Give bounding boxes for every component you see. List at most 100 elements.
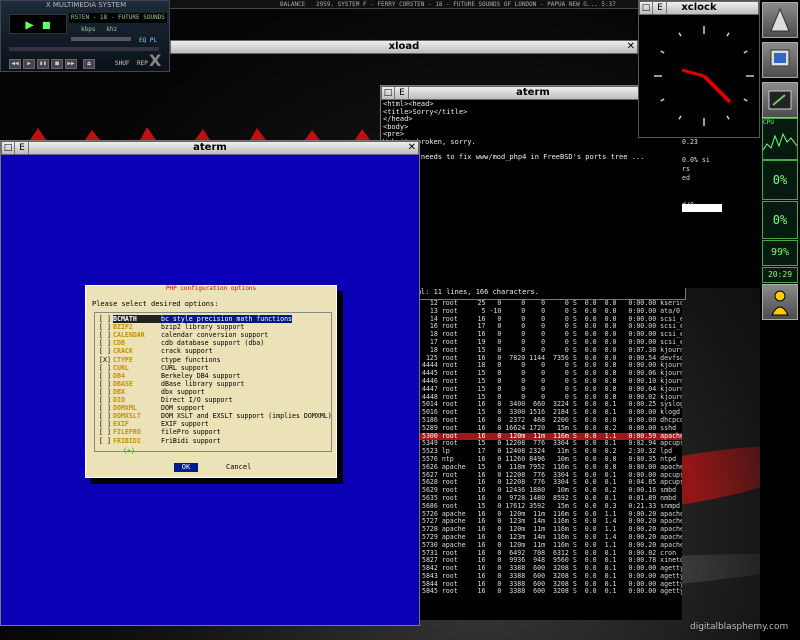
option-checkbox[interactable]: [ ] (99, 331, 113, 339)
clock-tick (743, 98, 748, 102)
option-checkbox[interactable]: [ ] (99, 388, 113, 396)
option-row-dbx[interactable]: [ ] DBX dbx support (99, 388, 205, 396)
info-line: rs (682, 165, 690, 173)
option-row-fribidi[interactable]: [ ] FRIBIDI FriBidi support (99, 437, 221, 445)
xmms-player[interactable]: X MULTIMEDIA SYSTEM ▶ ◼ RSTEN - 18 - FUT… (0, 0, 170, 72)
xclock-title: xclock (681, 2, 717, 13)
option-description: ctype functions (161, 355, 221, 364)
pause-button[interactable]: ▮▮ (37, 59, 49, 69)
process-list[interactable]: 12 root 25 0 0 0 0 S 0.0 0.0 0:00.00 kse… (418, 300, 682, 620)
option-checkbox[interactable]: [X] (99, 356, 113, 364)
battery-monitor[interactable]: 99% (762, 240, 798, 266)
eject-button[interactable]: ⏏ (83, 59, 95, 69)
xload-titlebar[interactable]: xload ✕ (170, 40, 638, 54)
option-row-bzip2[interactable]: [ ] BZIP2 bzip2 library support (99, 323, 244, 331)
option-row-ctype[interactable]: [X] CTYPE ctype functions (99, 356, 221, 364)
vi-line: ~ (383, 250, 644, 259)
option-tag: DIO (113, 396, 125, 404)
option-row-db4[interactable]: [ ] DB4 Berkeley DB4 support (99, 372, 240, 380)
vi-line: ~ (383, 220, 644, 229)
option-checkbox[interactable]: [ ] (99, 347, 113, 355)
option-checkbox[interactable]: [ ] (99, 364, 113, 372)
option-checkbox[interactable]: [ ] (99, 323, 113, 331)
option-description: DOM XSLT and EXSLT support (implies DOMX… (161, 412, 332, 421)
option-checkbox[interactable]: [ ] (99, 428, 113, 436)
cpu-monitor[interactable]: CPU (762, 118, 798, 160)
clock-tick (660, 50, 665, 54)
option-row-curl[interactable]: [ ] CURL CURL support (99, 364, 209, 372)
balance-label: BALANCE (280, 1, 306, 8)
repeat-button[interactable]: REP (137, 60, 148, 67)
xmms-rate: kbps khz (81, 26, 117, 33)
dock-clock[interactable]: 20:29 (762, 267, 798, 283)
option-row-domxslt[interactable]: [ ] DOMXSLT DOM XSLT and EXSLT support (im… (99, 412, 332, 420)
vi-line: ~ (383, 183, 644, 192)
option-description: DOM support (161, 404, 205, 413)
info-line: 0.0% si (682, 156, 710, 164)
taskbar-strip: BALANCE 2959. SYSTEM F - FERRY CORSTEN -… (170, 0, 638, 9)
option-checkbox[interactable]: [ ] (99, 437, 113, 445)
close-icon[interactable]: ✕ (408, 142, 416, 154)
process-row[interactable]: 5845 root 16 0 3388 600 3208 S 0.0 0.1 0… (418, 588, 682, 596)
vi-line: ~ (383, 190, 644, 199)
volume-slider[interactable] (71, 37, 131, 41)
option-description: calendar conversion support (161, 331, 269, 340)
next-button[interactable]: ▶▶ (65, 59, 77, 69)
option-checkbox[interactable]: [ ] (99, 412, 113, 420)
xload-title: xload (388, 41, 420, 52)
shuffle-button[interactable]: SHUF (115, 60, 129, 67)
vi-line: ~ (383, 198, 644, 207)
vi-line: ~ (383, 273, 644, 282)
play-button[interactable]: ▶ (23, 59, 35, 69)
info-line (682, 192, 760, 201)
option-checkbox[interactable]: [ ] (99, 404, 113, 412)
option-checkbox[interactable]: [ ] (99, 396, 113, 404)
option-tag: DB4 (113, 371, 125, 380)
xmms-time-display[interactable]: ▶ ◼ (9, 14, 67, 34)
option-tag: FILEPRO (113, 428, 141, 437)
vi-line: </body> (383, 168, 644, 177)
dock-user-tile[interactable] (762, 284, 798, 320)
prev-button[interactable]: ◀◀ (9, 59, 21, 69)
seek-bar[interactable] (9, 47, 159, 51)
option-row-crack[interactable]: [ ] CRACK crack support (99, 347, 213, 355)
load-monitor-2[interactable]: 0% (762, 201, 798, 239)
dock-terminal-tile[interactable] (762, 82, 798, 118)
options-checklist[interactable]: (+) [ ] BCMATH bc style precision math fun… (94, 312, 332, 455)
vi-line: ~ (383, 258, 644, 267)
eq-pl-toggles[interactable]: EQ PL (139, 37, 157, 44)
now-playing-ticker[interactable]: 2959. SYSTEM F - FERRY CORSTEN - 18 - FU… (316, 0, 616, 8)
option-checkbox[interactable]: [ ] (99, 339, 113, 347)
dialog-prompt: Please select desired options: (92, 300, 219, 308)
option-row-dio[interactable]: [ ] DIO Direct I/O support (99, 396, 232, 404)
xclock-window[interactable]: □ E xclock (638, 0, 760, 138)
option-row-filepro[interactable]: [ ] FILEPRO filePro support (99, 428, 221, 436)
option-row-calendar[interactable]: [ ] CALENDAR calendar conversion support (99, 331, 268, 339)
dock-monitor-tile[interactable] (762, 42, 798, 78)
khz-label: khz (106, 26, 118, 33)
option-row-dbase[interactable]: [ ] DBASE dBase library support (99, 380, 244, 388)
php-options-dialog[interactable]: PHP configuration options Please select … (85, 285, 337, 478)
dock-app-tile[interactable] (762, 2, 798, 38)
ok-button[interactable]: OK (174, 463, 198, 472)
option-row-bcmath[interactable]: [ ] BCMATH bc style precision math functio… (99, 315, 293, 323)
close-icon[interactable]: ✕ (627, 41, 635, 53)
stop-button[interactable]: ■ (51, 59, 63, 69)
load-monitor-1[interactable]: 0% (762, 160, 798, 200)
option-row-domxml[interactable]: [ ] DOMXML DOM support (99, 404, 205, 412)
option-checkbox[interactable]: [ ] (99, 380, 113, 388)
aterm-big-titlebar[interactable]: □ E aterm ✕ (1, 141, 419, 155)
usage-bar (682, 204, 722, 212)
xclock-titlebar[interactable]: □ E xclock (639, 1, 759, 15)
option-checkbox[interactable]: [ ] (99, 315, 113, 323)
vi-buffer[interactable]: <html><head> <title>Sorry</title> </head> <… (383, 100, 644, 289)
option-row-cdb[interactable]: [ ] CDB cdb database support (dba) (99, 339, 264, 347)
minute-hand (681, 68, 705, 78)
option-row-exif[interactable]: [ ] EXIF EXIF support (99, 420, 209, 428)
option-checkbox[interactable]: [ ] (99, 420, 113, 428)
watermark: digitalblasphemy.com (690, 622, 789, 632)
cancel-button[interactable]: Cancel (226, 463, 251, 472)
vi-line: <title>Sorry</title> (383, 107, 468, 116)
xmms-song-title[interactable]: RSTEN - 18 - FUTURE SOUNDS OF L (69, 13, 167, 23)
option-checkbox[interactable]: [ ] (99, 372, 113, 380)
